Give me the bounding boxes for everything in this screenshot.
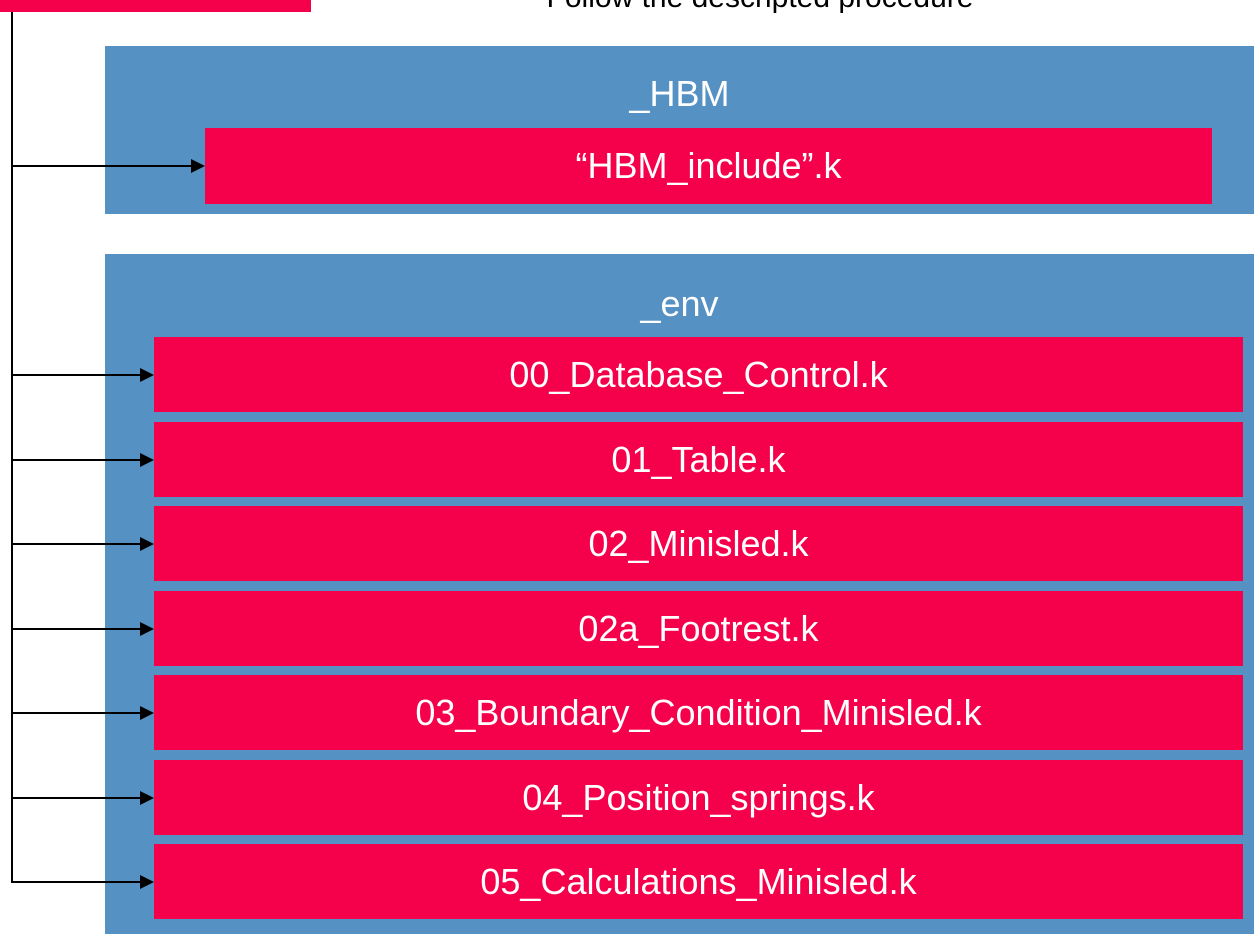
connector-line-00: [11, 374, 141, 376]
connector-trunk: [11, 12, 13, 881]
arrow-right-icon: [191, 159, 205, 173]
arrow-right-icon: [140, 453, 154, 467]
file-01-table: 01_Table.k: [154, 422, 1243, 497]
connector-line-04: [11, 797, 141, 799]
file-04-position-springs: 04_Position_springs.k: [154, 760, 1243, 835]
arrow-right-icon: [140, 622, 154, 636]
file-02a-footrest: 02a_Footrest.k: [154, 591, 1243, 666]
file-hbm-include: “HBM_include”.k: [205, 128, 1212, 204]
file-03-boundary-condition: 03_Boundary_Condition_Minisled.k: [154, 675, 1243, 750]
arrow-right-icon: [140, 791, 154, 805]
connector-line-02a: [11, 628, 141, 630]
arrow-right-icon: [140, 368, 154, 382]
file-00-database-control: 00_Database_Control.k: [154, 337, 1243, 412]
file-02-minisled: 02_Minisled.k: [154, 506, 1243, 581]
env-folder-title: _env: [640, 283, 719, 324]
top-red-box: [0, 0, 311, 12]
connector-line-02: [11, 543, 141, 545]
arrow-right-icon: [140, 537, 154, 551]
file-05-calculations: 05_Calculations_Minisled.k: [154, 844, 1243, 919]
connector-line-hbm-include: [11, 165, 193, 167]
hbm-folder-title: _HBM: [629, 73, 730, 114]
connector-line-01: [11, 459, 141, 461]
connector-line-05: [11, 881, 141, 883]
connector-line-03: [11, 712, 141, 714]
arrow-right-icon: [140, 706, 154, 720]
procedure-caption: Follow the descripted procedure: [330, 0, 1190, 18]
arrow-right-icon: [140, 875, 154, 889]
